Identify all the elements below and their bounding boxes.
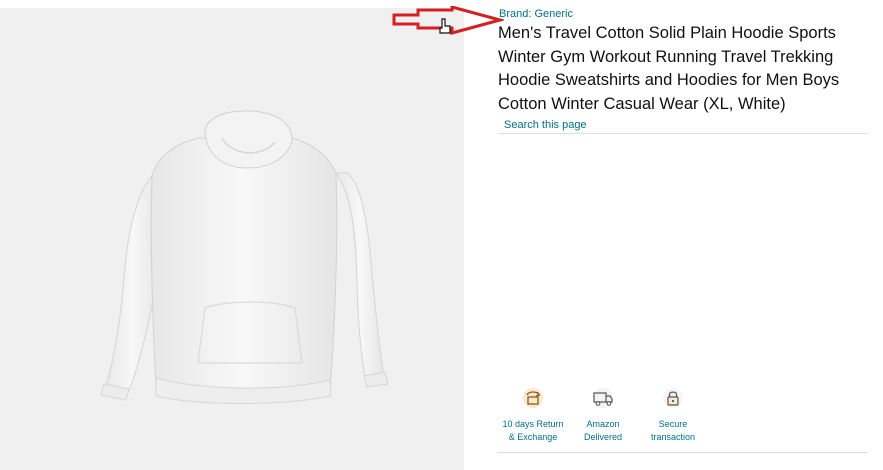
return-box-icon [523,388,543,408]
product-image[interactable] [0,8,464,470]
divider [498,452,868,453]
feature-delivery-label: Amazon Delivered [583,419,623,442]
feature-return-label: 10 days Return & Exchange [502,419,564,442]
product-title: Men's Travel Cotton Solid Plain Hoodie S… [498,24,840,113]
feature-delivery[interactable]: Amazon Delivered [568,386,638,444]
mouse-cursor-icon [439,18,451,34]
hoodie-image-icon [100,110,389,404]
secure-lock-icon [663,388,683,408]
brand-link[interactable]: Brand: Generic [499,8,573,20]
feature-icons-row: 10 days Return & Exchange Amazon Deliver… [498,386,708,444]
divider [498,133,868,134]
feature-secure[interactable]: Secure transaction [638,386,708,444]
feature-return[interactable]: 10 days Return & Exchange [498,386,568,444]
delivery-truck-icon [593,388,613,408]
search-this-page-link[interactable]: Search this page [504,119,587,131]
feature-secure-label: Secure transaction [650,419,696,442]
